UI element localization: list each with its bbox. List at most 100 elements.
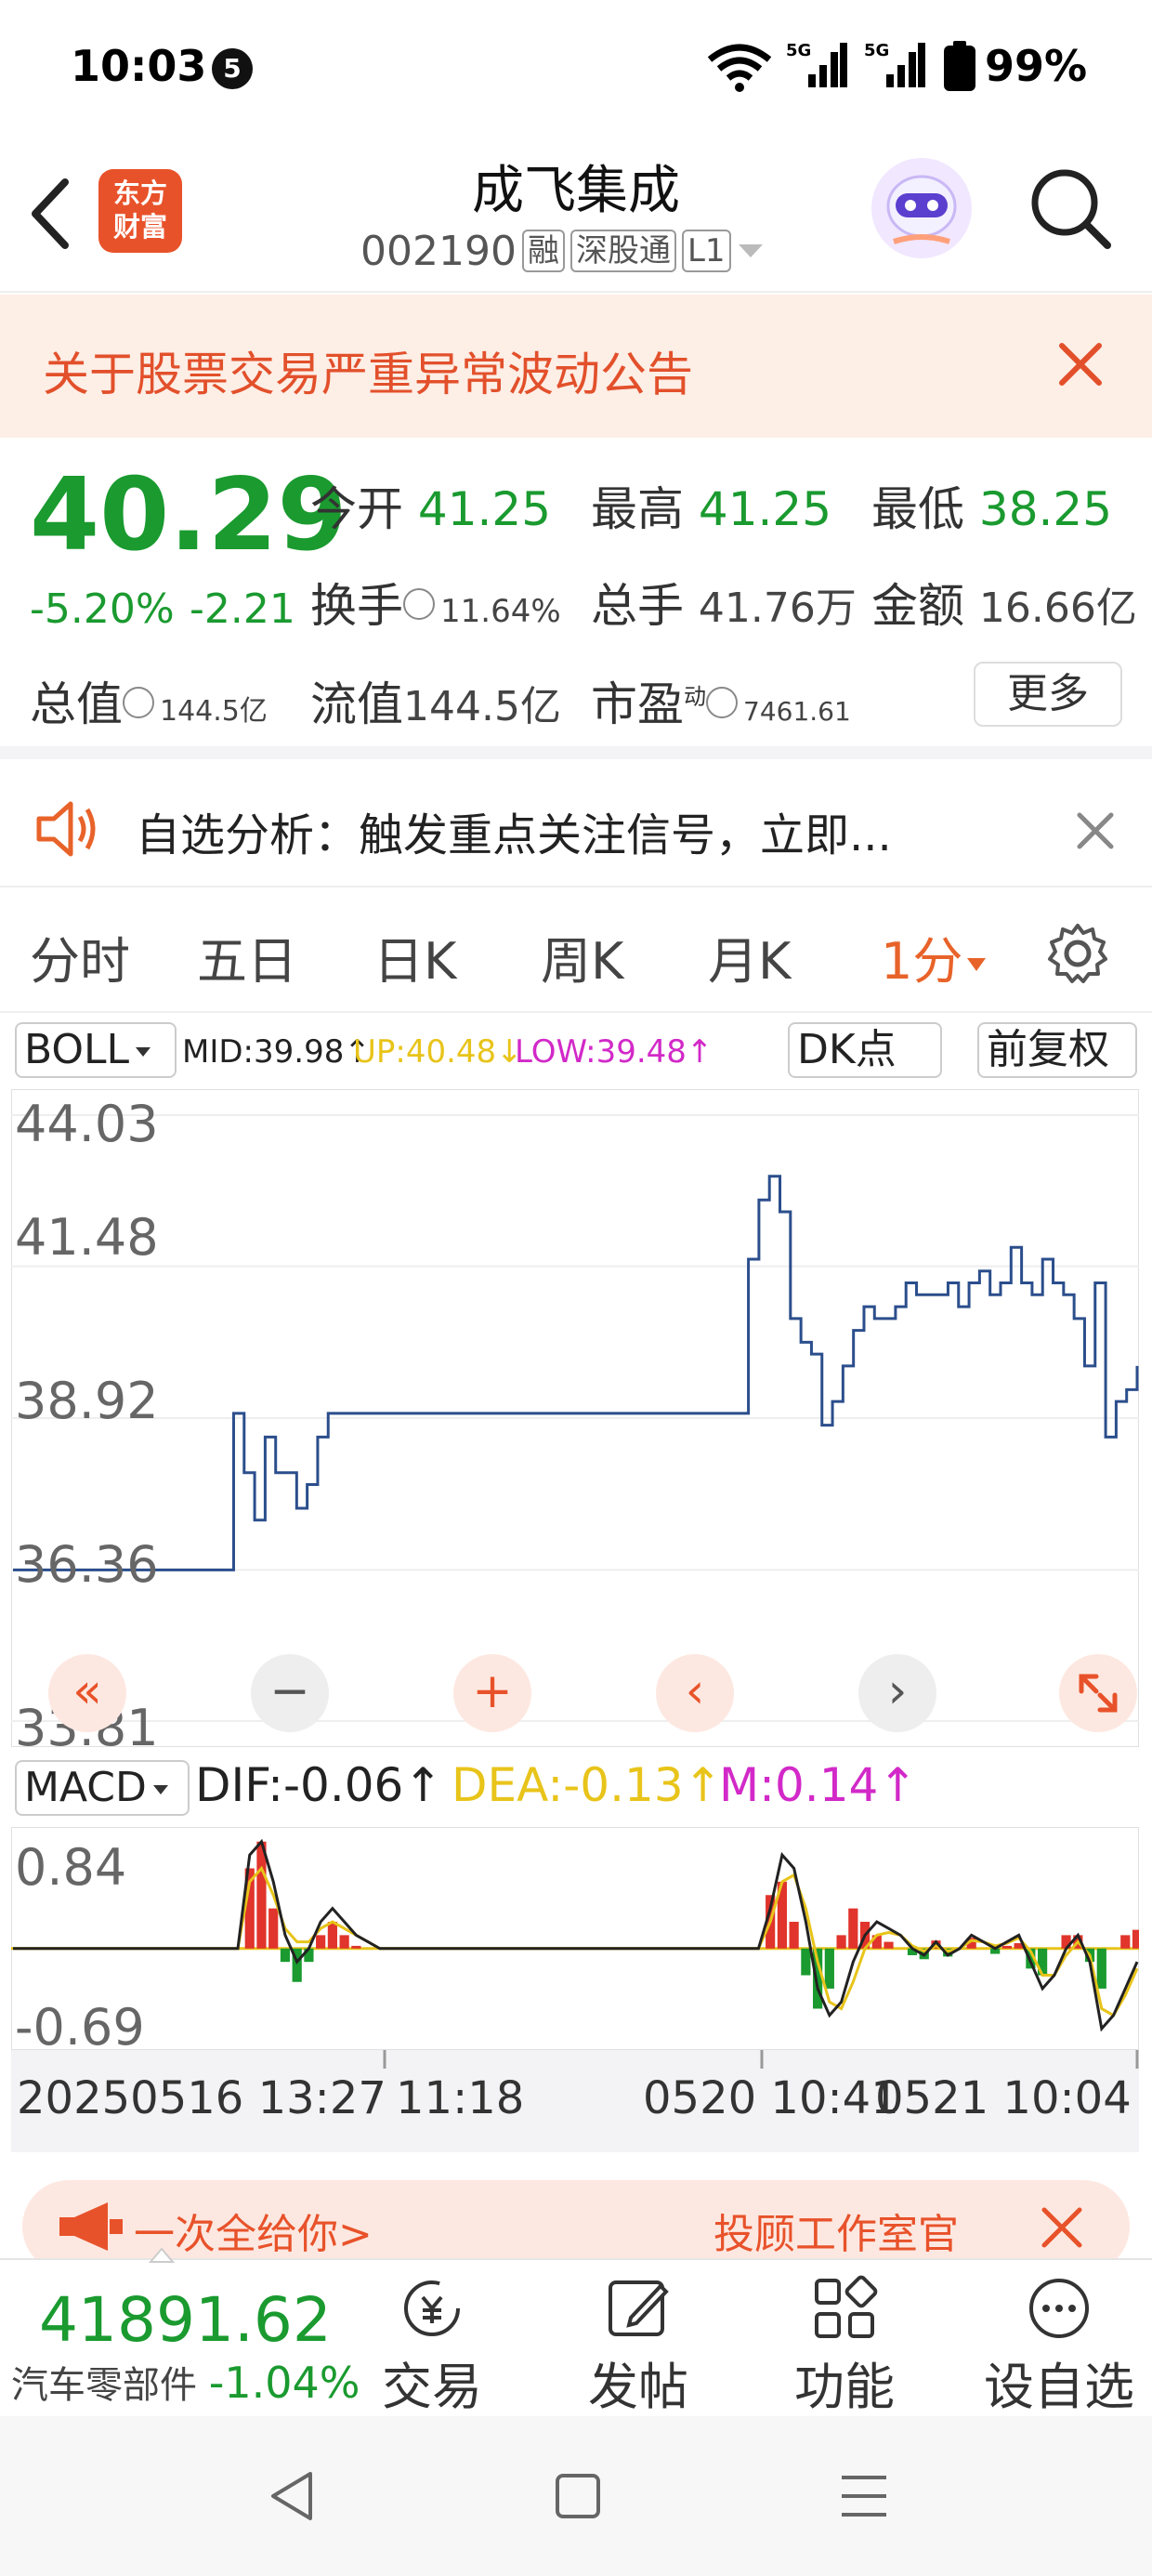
macd-bar — [789, 1922, 799, 1949]
amount-field: 金额 16.66亿 — [871, 569, 1137, 636]
analysis-row[interactable]: 自选分析：触发重点关注信号，立即... — [0, 772, 1152, 887]
gear-icon[interactable] — [1046, 922, 1109, 985]
stock-name: 成飞集成 — [472, 161, 680, 221]
amount-value: 16.66亿 — [978, 585, 1137, 632]
macd-bar — [1096, 1948, 1106, 1989]
float-value: 144.5亿 — [403, 683, 561, 730]
low-field: 最低 38.25 — [871, 472, 1112, 539]
boll-low: LOW:39.48↑ — [515, 1033, 713, 1071]
add-watchlist-label: 设自选 — [984, 2358, 1134, 2416]
sector-index-name: 汽车零部件 -1.04% — [11, 2355, 360, 2409]
price-chart[interactable] — [11, 1089, 1139, 1747]
macd-bar — [1001, 1945, 1012, 1949]
tab-weekly-k[interactable]: 周K — [541, 920, 623, 993]
minus-icon: − — [269, 1663, 310, 1719]
tab-five-day[interactable]: 五日 — [197, 920, 297, 993]
boll-mid: MID:39.98↑ — [182, 1033, 371, 1071]
y-tick-36.36: 36.36 — [15, 1535, 159, 1594]
post-button[interactable]: 发帖 — [569, 2260, 708, 2418]
dk-point-button[interactable]: DK点 — [788, 1022, 942, 1078]
stock-code-row[interactable]: 002190 融 深股通 L1 — [360, 225, 765, 277]
y-tick-38.92: 38.92 — [15, 1372, 159, 1430]
high-value: 41.25 — [698, 482, 832, 536]
turnover-label: 换手 — [310, 579, 403, 633]
tab-monthly-k[interactable]: 月K — [708, 920, 791, 993]
caret-down-icon — [136, 1047, 151, 1057]
tab-1min-label: 1分 — [881, 932, 963, 991]
yen-cycle-icon — [404, 2280, 460, 2336]
scroll-left-button[interactable]: ‹ — [656, 1654, 734, 1732]
notice-text: 关于股票交易严重异常波动公告 — [43, 348, 693, 401]
level-tag: L1 — [681, 230, 731, 272]
home-square-icon[interactable] — [554, 2472, 602, 2520]
macd-bar — [280, 1948, 291, 1963]
macd-bar — [801, 1948, 811, 1976]
more-dots-icon — [1029, 2279, 1089, 2338]
tab-1min[interactable]: 1分 — [881, 920, 987, 993]
battery-level: 99% — [985, 41, 1088, 91]
scroll-right-button[interactable]: › — [858, 1654, 936, 1732]
menu-lines-icon[interactable] — [838, 2472, 890, 2520]
zoom-out-button[interactable]: − — [251, 1654, 329, 1732]
macd-chart[interactable] — [11, 1827, 1139, 2050]
macd-bar — [836, 1935, 846, 1949]
indicator-label: BOLL — [24, 1026, 130, 1073]
add-watchlist-button[interactable]: 设自选 — [977, 2260, 1141, 2418]
cell-signal-icon: 5G — [786, 41, 847, 87]
time-label-4: 0521 10:04 — [875, 2072, 1132, 2124]
info-icon[interactable] — [403, 587, 435, 620]
boll-up: UP:40.48↓ — [353, 1033, 523, 1071]
macd-bar — [339, 1935, 349, 1949]
open-field: 今开 41.25 — [310, 472, 551, 539]
margin-tag: 融 — [521, 230, 565, 272]
period-tabs: 分时 五日 日K 周K 月K 1分 — [0, 888, 1152, 1013]
post-label: 发帖 — [588, 2358, 688, 2416]
info-icon[interactable] — [123, 686, 154, 718]
zoom-in-button[interactable]: + — [453, 1654, 531, 1732]
clock: 10:03 — [71, 41, 207, 91]
notice-banner[interactable]: 关于股票交易严重异常波动公告 — [0, 295, 1152, 438]
functions-label: 功能 — [794, 2358, 895, 2416]
adjust-button[interactable]: 前复权 — [977, 1022, 1137, 1078]
low-value: 38.25 — [978, 482, 1113, 536]
macd-y-tick-bottom: -0.69 — [15, 1998, 145, 2057]
turnover-value: 11.64% — [440, 593, 561, 630]
caret-down-icon — [967, 958, 987, 972]
close-icon[interactable] — [1057, 341, 1104, 388]
trade-button[interactable]: 交易 — [362, 2260, 502, 2418]
wifi-icon — [707, 44, 772, 92]
mktcap-value: 144.5亿 — [160, 695, 268, 728]
rewind-button[interactable]: « — [48, 1654, 126, 1732]
macd-m: M:0.14↑ — [719, 1758, 918, 1812]
indicator-select[interactable]: BOLL — [15, 1022, 177, 1078]
tab-daily-k[interactable]: 日K — [373, 920, 456, 993]
notification-count: 5 — [212, 48, 253, 89]
close-icon[interactable] — [1041, 2206, 1083, 2249]
functions-button[interactable]: 功能 — [775, 2260, 914, 2418]
macd-dif: DIF:-0.06↑ — [195, 1758, 443, 1812]
macd-select[interactable]: MACD — [15, 1760, 190, 1816]
time-label-start: 20250516 13:27 — [17, 2072, 386, 2124]
fullscreen-button[interactable] — [1059, 1654, 1137, 1732]
assistant-avatar[interactable] — [871, 158, 972, 258]
close-icon[interactable] — [1076, 811, 1115, 850]
volume-label: 总手 — [591, 579, 684, 633]
pe-value: 7461.61 — [743, 696, 851, 727]
chevron-left-icon: ‹ — [685, 1663, 705, 1719]
info-icon[interactable] — [706, 686, 738, 718]
time-axis-ticks — [383, 2050, 1139, 2069]
volume-value: 41.76万 — [698, 585, 857, 632]
macd-bar — [824, 1948, 834, 1989]
back-triangle-icon[interactable] — [266, 2468, 318, 2524]
battery-icon — [944, 41, 975, 91]
pe-label: 市盈 — [591, 677, 684, 731]
status-bar: 10:03 5 5G 5G 99% — [0, 0, 1152, 139]
double-left-icon: « — [72, 1663, 102, 1719]
time-label-3: 0520 10:41 — [643, 2072, 899, 2124]
sector-index-value: 41891.62 — [39, 2284, 332, 2356]
dk-label: DK点 — [797, 1026, 897, 1073]
promo-right-text: 投顾工作室官 — [713, 2211, 959, 2258]
search-icon[interactable] — [1026, 164, 1115, 253]
more-button[interactable]: 更多 — [974, 662, 1122, 727]
tab-intraday[interactable]: 分时 — [30, 920, 130, 993]
